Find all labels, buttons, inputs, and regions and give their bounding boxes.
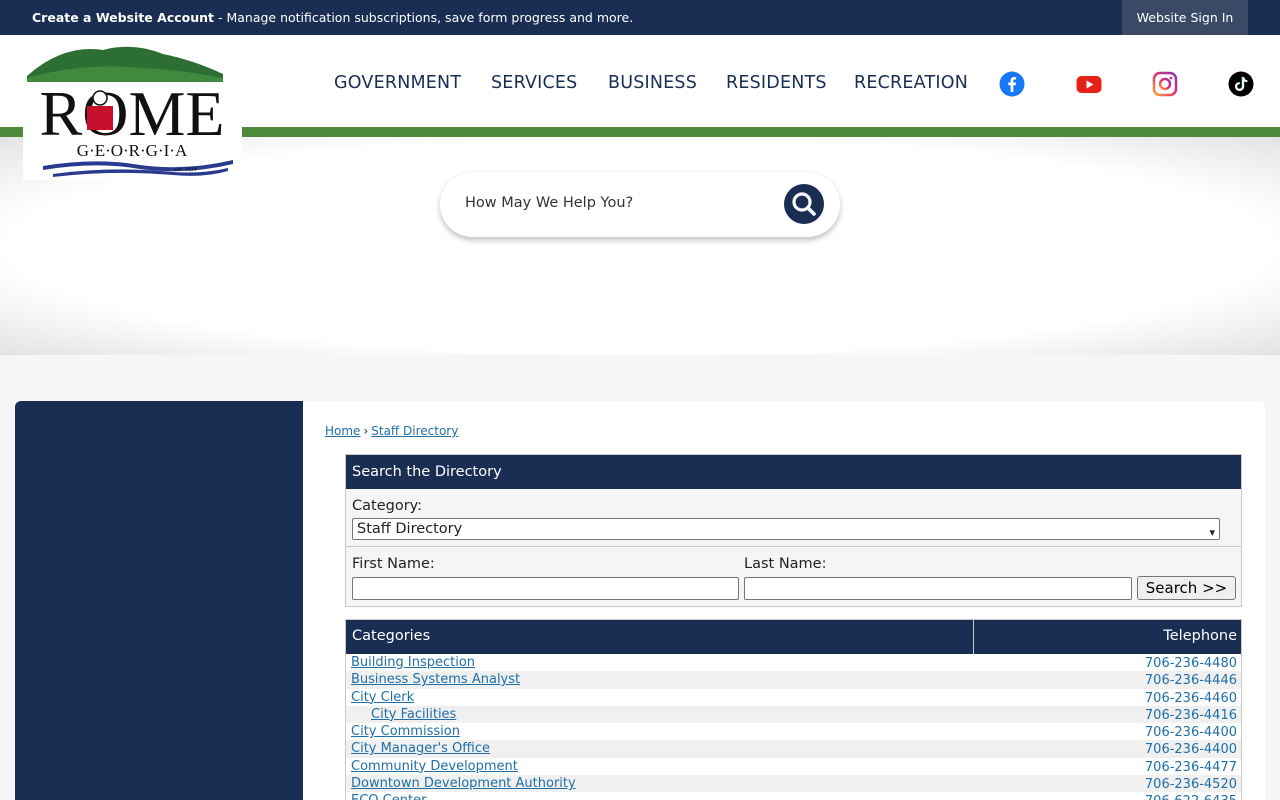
table-row: City Facilities 706-236-4416 [346,705,1241,724]
category-select[interactable]: Staff Directory ▾ [352,518,1220,540]
city-logo[interactable]: ROME G·E·O·R·G·I·A est. 1834 [23,40,242,180]
search-input[interactable]: How May We Help You? [465,195,633,211]
table-header: Categories Telephone [346,620,1241,654]
table-row: Community Development 706-236-4477 [346,758,1241,775]
table-row: ECO Center 706-622-6435 [346,792,1241,800]
telephone-link[interactable]: 706-236-4400 [1145,725,1237,740]
create-account-link[interactable]: Create a Website Account [32,10,214,25]
table-row: City Commission 706-236-4400 [346,723,1241,740]
category-link[interactable]: ECO Center [351,793,426,800]
first-name-label: First Name: [352,556,435,572]
breadcrumb: Home › Staff Directory [325,424,458,438]
categories-table: Categories Telephone Building Inspection… [345,619,1242,800]
table-body: Building Inspection 706-236-4480 Business … [346,654,1241,800]
last-name-input[interactable] [744,577,1132,600]
nav-recreation[interactable]: RECREATION [854,73,968,93]
category-link[interactable]: City Clerk [351,690,414,705]
telephone-link[interactable]: 706-236-4416 [1145,708,1237,723]
facebook-icon[interactable] [999,71,1025,97]
table-row: City Clerk 706-236-4460 [346,689,1241,706]
chevron-down-icon: ▾ [1209,526,1215,539]
category-link[interactable]: Downtown Development Authority [351,776,576,791]
table-row: Building Inspection 706-236-4480 [346,654,1241,671]
telephone-link[interactable]: 706-622-6435 [1145,794,1237,800]
breadcrumb-staff-directory[interactable]: Staff Directory [371,424,458,438]
nav-government[interactable]: GOVERNMENT [334,73,461,93]
telephone-link[interactable]: 706-236-4460 [1145,691,1237,706]
notification-bar: Create a Website Account - Manage notifi… [0,0,1280,35]
rome-georgia-logo: ROME G·E·O·R·G·I·A est. 1834 [27,46,233,177]
notification-message: Create a Website Account - Manage notifi… [32,10,633,25]
telephone-link[interactable]: 706-236-4446 [1145,673,1237,688]
category-link[interactable]: City Facilities [371,707,456,722]
category-link[interactable]: City Manager's Office [351,741,490,756]
logo-city-text: ROME [40,78,225,149]
instagram-icon[interactable] [1152,71,1178,97]
first-name-input[interactable] [352,577,739,600]
notification-text: - Manage notification subscriptions, sav… [214,10,634,25]
column-divider [973,620,974,654]
table-row: City Manager's Office 706-236-4400 [346,740,1241,758]
youtube-icon[interactable] [1076,71,1102,97]
last-name-label: Last Name: [744,556,827,572]
site-search[interactable]: How May We Help You? [440,172,840,237]
telephone-link[interactable]: 706-236-4480 [1145,656,1237,671]
directory-search-title: Search the Directory [346,455,1241,489]
panel-divider [346,546,1241,547]
search-button[interactable] [784,184,824,224]
telephone-link[interactable]: 706-236-4477 [1145,760,1237,775]
sidebar [15,401,303,800]
breadcrumb-separator: › [363,424,369,438]
logo-state-text: G·E·O·R·G·I·A [77,141,188,160]
telephone-link[interactable]: 706-236-4520 [1145,777,1237,792]
category-label: Category: [352,498,423,514]
category-link[interactable]: Business Systems Analyst [351,672,520,687]
directory-search-button[interactable]: Search >> [1137,576,1236,600]
website-sign-in-button[interactable]: Website Sign In [1122,0,1248,35]
breadcrumb-home[interactable]: Home [325,424,360,438]
column-telephone: Telephone [1163,628,1237,644]
logo-est-text: est. 1834 [175,167,197,173]
nav-services[interactable]: SERVICES [491,73,578,93]
category-select-value: Staff Directory [357,521,463,537]
column-categories: Categories [352,628,431,644]
search-icon [792,192,816,216]
category-link[interactable]: City Commission [351,724,460,739]
table-row: Downtown Development Authority 706-236-45… [346,775,1241,793]
category-link[interactable]: Building Inspection [351,655,475,670]
nav-business[interactable]: BUSINESS [608,73,697,93]
table-row: Business Systems Analyst 706-236-4446 [346,671,1241,689]
category-link[interactable]: Community Development [351,759,518,774]
tiktok-icon[interactable] [1228,71,1254,97]
telephone-link[interactable]: 706-236-4400 [1145,742,1237,757]
nav-residents[interactable]: RESIDENTS [726,73,827,93]
